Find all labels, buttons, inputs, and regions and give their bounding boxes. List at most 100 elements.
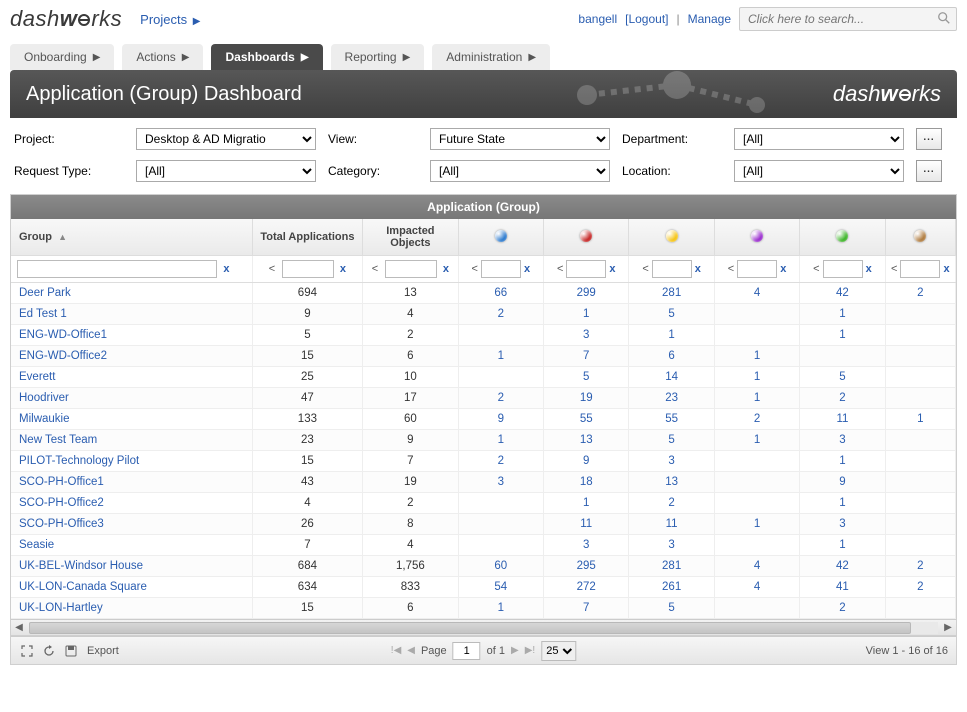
filter-clear-icon[interactable]: x	[524, 263, 530, 275]
status-cell-4[interactable]: 3	[800, 430, 885, 451]
status-cell-4[interactable]: 41	[800, 577, 885, 598]
tab-administration[interactable]: Administration▶	[432, 44, 550, 70]
group-cell[interactable]: SCO-PH-Office1	[11, 472, 252, 493]
status-cell-1[interactable]: 272	[544, 577, 629, 598]
filter-clear-icon[interactable]: x	[866, 263, 872, 275]
status-cell-4[interactable]: 1	[800, 493, 885, 514]
location-more-button[interactable]: ...	[916, 160, 942, 182]
user-link[interactable]: bangell	[578, 12, 617, 26]
lt-icon[interactable]: <	[813, 263, 819, 275]
lt-icon[interactable]: <	[891, 263, 897, 275]
status-cell-2[interactable]: 1	[629, 325, 714, 346]
status-cell-2[interactable]: 3	[629, 451, 714, 472]
page-next-icon[interactable]: ▶	[511, 645, 519, 656]
status-cell-3[interactable]: 1	[714, 388, 799, 409]
group-cell[interactable]: Hoodriver	[11, 388, 252, 409]
status-cell-4[interactable]: 2	[800, 388, 885, 409]
status-cell-2[interactable]: 55	[629, 409, 714, 430]
filter-status-5-input[interactable]	[900, 260, 940, 278]
status-cell-1[interactable]: 18	[544, 472, 629, 493]
tab-dashboards[interactable]: Dashboards▶	[211, 44, 322, 70]
lt-icon[interactable]: <	[472, 263, 478, 275]
status-cell-3[interactable]: 1	[714, 367, 799, 388]
page-size-select[interactable]: 25	[541, 641, 576, 661]
department-more-button[interactable]: ...	[916, 128, 942, 150]
status-cell-2[interactable]: 261	[629, 577, 714, 598]
status-cell-1[interactable]: 55	[544, 409, 629, 430]
group-cell[interactable]: ENG-WD-Office2	[11, 346, 252, 367]
save-icon[interactable]	[63, 643, 79, 659]
status-cell-1[interactable]: 7	[544, 598, 629, 619]
filter-clear-icon[interactable]: x	[609, 263, 615, 275]
lt-icon[interactable]: <	[372, 263, 378, 275]
status-cell-1[interactable]: 9	[544, 451, 629, 472]
col-status-2[interactable]	[629, 219, 714, 256]
status-cell-2[interactable]: 5	[629, 430, 714, 451]
status-cell-0[interactable]: 60	[458, 556, 543, 577]
lt-icon[interactable]: <	[642, 263, 648, 275]
status-cell-0[interactable]: 2	[458, 451, 543, 472]
status-cell-3[interactable]: 1	[714, 430, 799, 451]
status-cell-4[interactable]: 1	[800, 451, 885, 472]
filter-status-4-input[interactable]	[823, 260, 863, 278]
refresh-icon[interactable]	[41, 643, 57, 659]
status-cell-4[interactable]: 1	[800, 304, 885, 325]
filter-clear-icon[interactable]: x	[695, 263, 701, 275]
status-cell-4[interactable]: 42	[800, 283, 885, 304]
status-cell-1[interactable]: 1	[544, 493, 629, 514]
col-status-0[interactable]	[458, 219, 543, 256]
expand-icon[interactable]	[19, 643, 35, 659]
lt-icon[interactable]: <	[728, 263, 734, 275]
status-cell-0[interactable]: 3	[458, 472, 543, 493]
status-cell-2[interactable]: 281	[629, 283, 714, 304]
status-cell-2[interactable]: 3	[629, 535, 714, 556]
status-cell-1[interactable]: 5	[544, 367, 629, 388]
status-cell-5[interactable]: 2	[885, 283, 955, 304]
status-cell-0[interactable]: 2	[458, 304, 543, 325]
status-cell-4[interactable]: 3	[800, 514, 885, 535]
tab-actions[interactable]: Actions▶	[122, 44, 203, 70]
filter-clear-icon[interactable]: x	[443, 263, 449, 275]
status-cell-5[interactable]: 2	[885, 556, 955, 577]
status-cell-5[interactable]: 1	[885, 409, 955, 430]
scroll-thumb[interactable]	[29, 622, 911, 634]
status-cell-1[interactable]: 1	[544, 304, 629, 325]
status-cell-4[interactable]: 5	[800, 367, 885, 388]
tab-reporting[interactable]: Reporting▶	[331, 44, 425, 70]
status-cell-4[interactable]: 1	[800, 535, 885, 556]
status-cell-1[interactable]: 3	[544, 535, 629, 556]
status-cell-0[interactable]: 1	[458, 598, 543, 619]
filter-impacted-input[interactable]	[385, 260, 437, 278]
filter-clear-icon[interactable]: x	[943, 263, 949, 275]
filter-clear-icon[interactable]: x	[223, 263, 229, 275]
status-cell-2[interactable]: 14	[629, 367, 714, 388]
export-button[interactable]: Export	[87, 645, 119, 657]
col-impacted-objects[interactable]: Impacted Objects	[363, 219, 458, 256]
category-select[interactable]: [All]	[430, 160, 610, 182]
status-cell-0[interactable]: 54	[458, 577, 543, 598]
lt-icon[interactable]: <	[557, 263, 563, 275]
col-group[interactable]: Group ▲	[11, 219, 252, 256]
project-select[interactable]: Desktop & AD Migratio	[136, 128, 316, 150]
status-cell-4[interactable]: 9	[800, 472, 885, 493]
horizontal-scrollbar[interactable]: ◀ ▶	[11, 619, 956, 635]
group-cell[interactable]: Everett	[11, 367, 252, 388]
filter-clear-icon[interactable]: x	[780, 263, 786, 275]
status-cell-3[interactable]: 2	[714, 409, 799, 430]
logout-link[interactable]: [Logout]	[625, 12, 668, 26]
status-cell-1[interactable]: 11	[544, 514, 629, 535]
status-cell-0[interactable]: 1	[458, 346, 543, 367]
scroll-left-icon[interactable]: ◀	[11, 622, 27, 633]
status-cell-2[interactable]: 11	[629, 514, 714, 535]
status-cell-2[interactable]: 6	[629, 346, 714, 367]
page-last-icon[interactable]: ▶!	[525, 645, 535, 656]
status-cell-2[interactable]: 2	[629, 493, 714, 514]
group-cell[interactable]: Milwaukie	[11, 409, 252, 430]
filter-clear-icon[interactable]: x	[340, 263, 346, 275]
filter-total-input[interactable]	[282, 260, 334, 278]
status-cell-1[interactable]: 19	[544, 388, 629, 409]
group-cell[interactable]: Ed Test 1	[11, 304, 252, 325]
tab-onboarding[interactable]: Onboarding▶	[10, 44, 114, 70]
status-cell-1[interactable]: 3	[544, 325, 629, 346]
status-cell-4[interactable]: 11	[800, 409, 885, 430]
